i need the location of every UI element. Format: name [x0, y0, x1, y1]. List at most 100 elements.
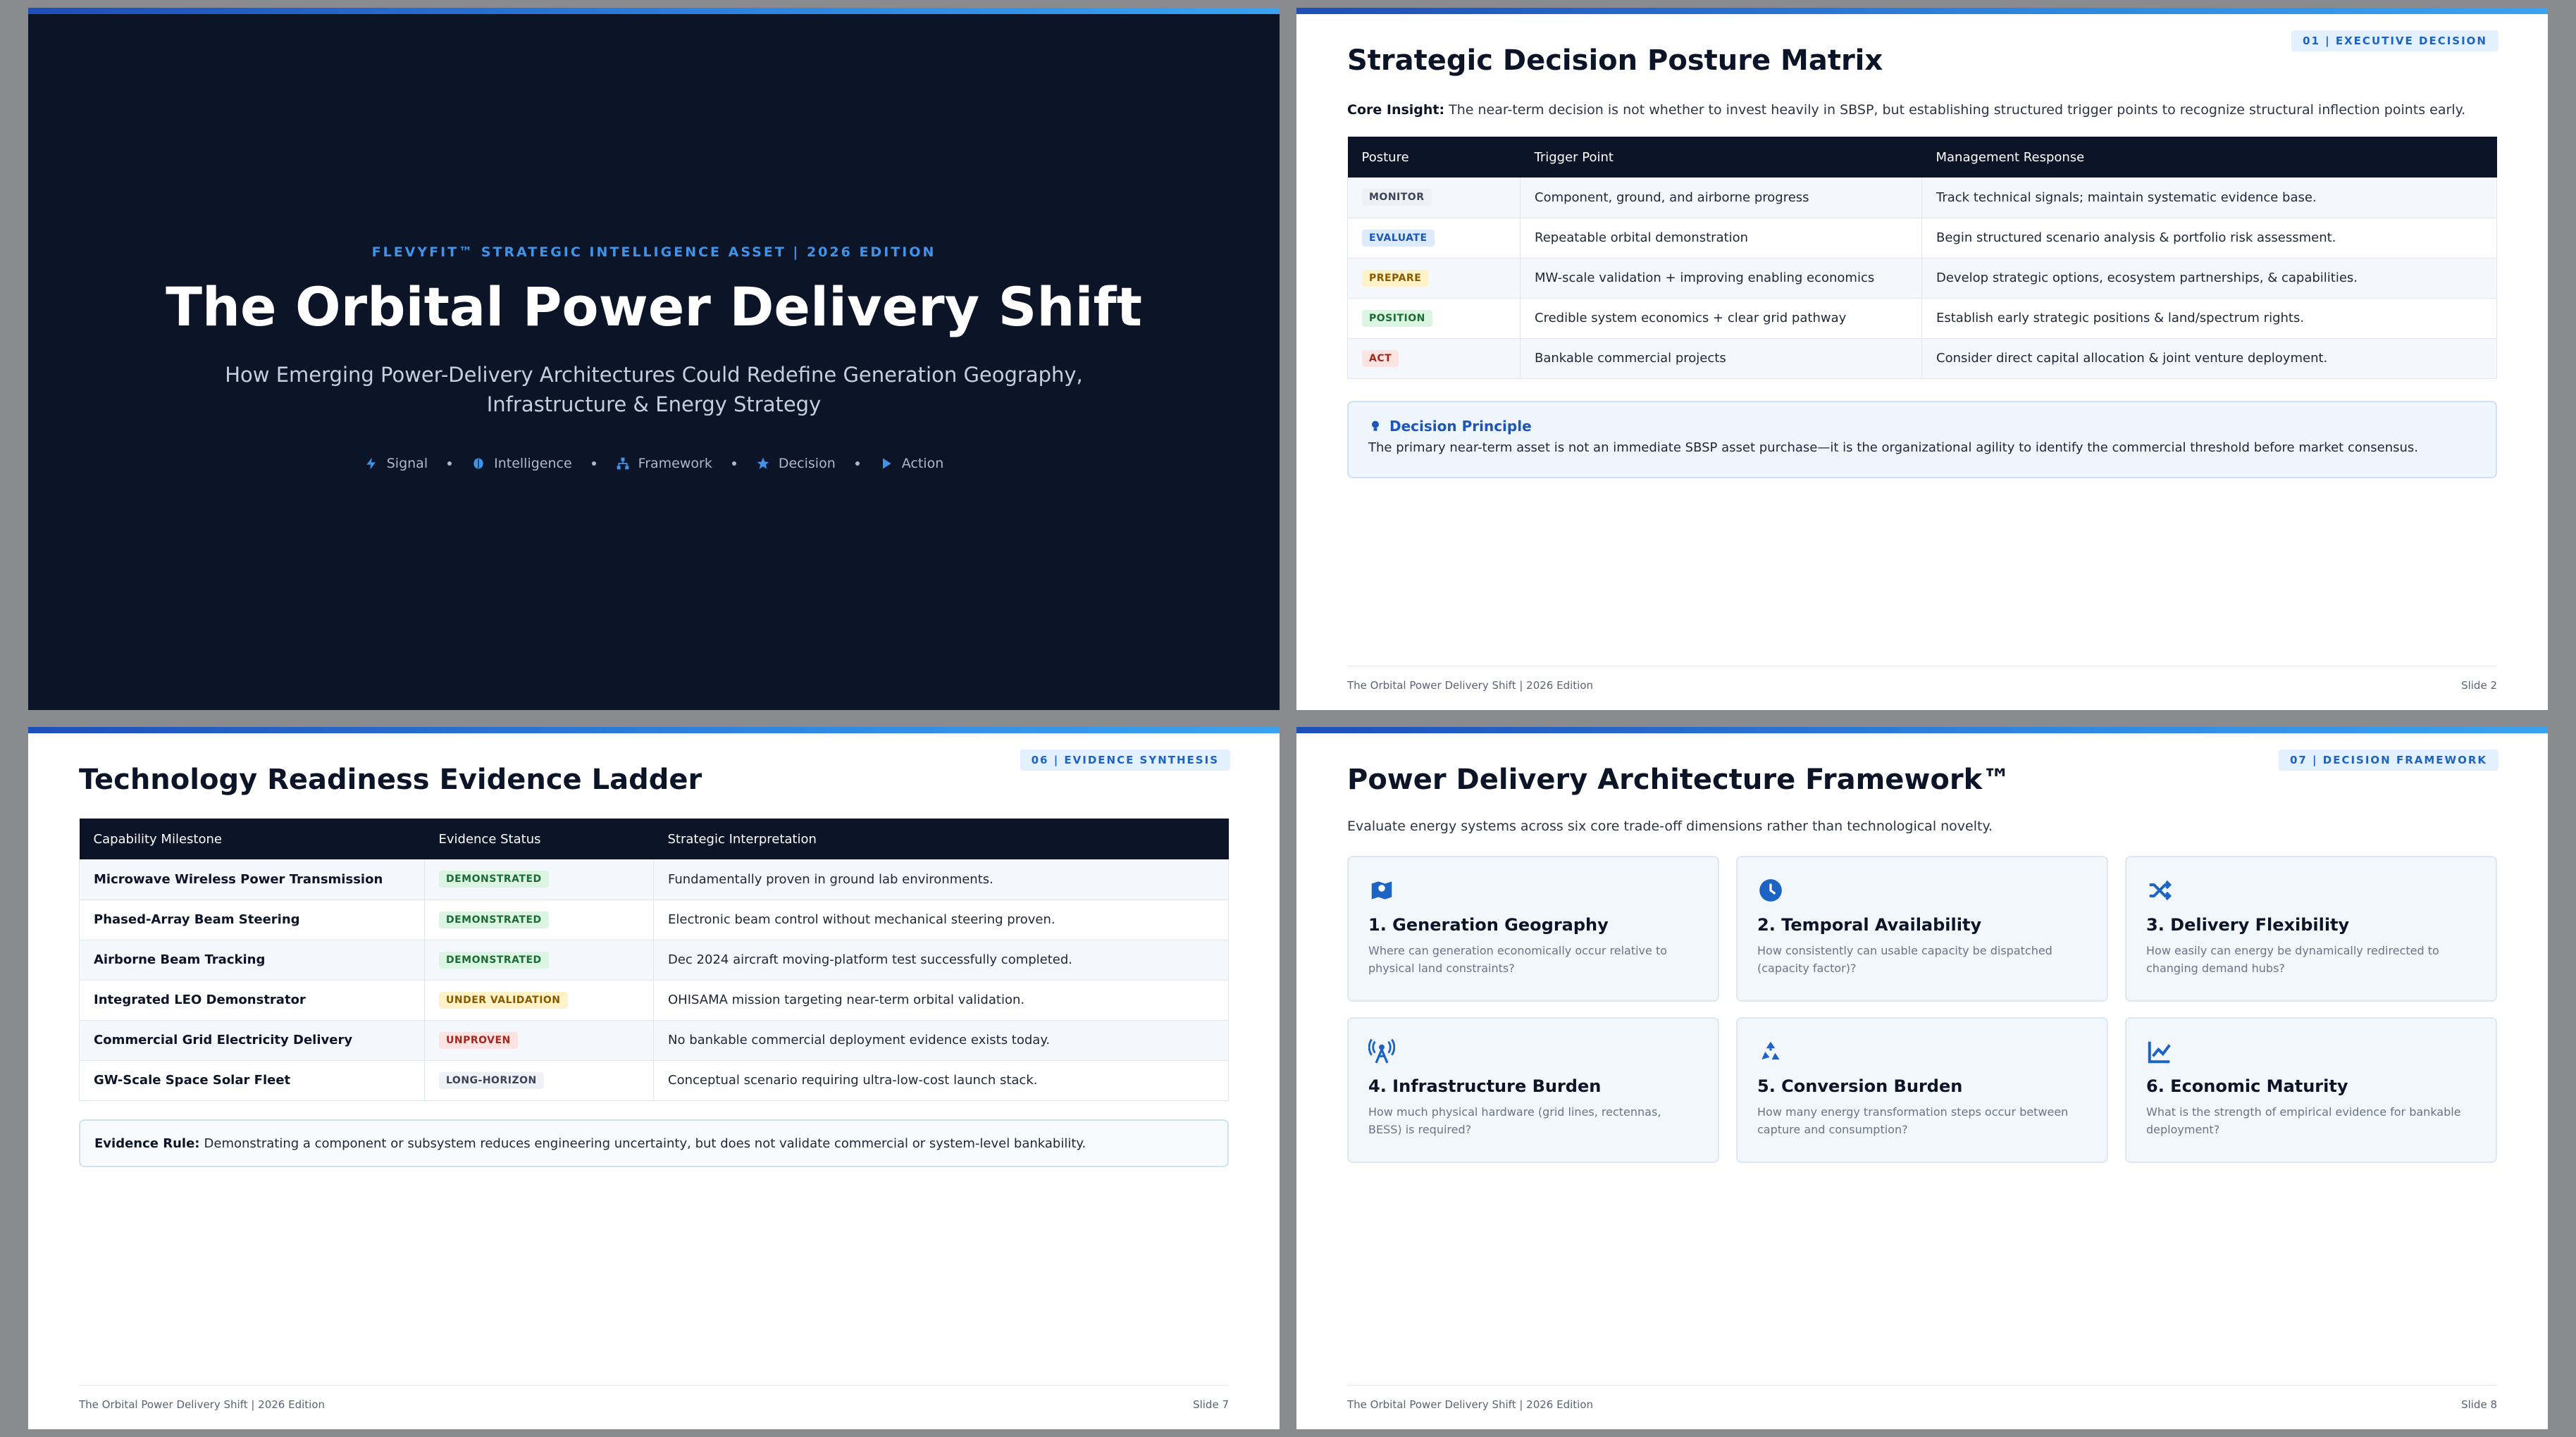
posture-badge: ACT: [1362, 349, 1399, 367]
table-row: EVALUATE Repeatable orbital demonstratio…: [1347, 218, 2497, 259]
title-heading: The Orbital Power Delivery Shift: [166, 275, 1142, 338]
flow-separator: [855, 461, 860, 466]
card-title: 3. Delivery Flexibility: [2146, 915, 2350, 935]
recycle-icon: [1761, 1041, 1780, 1060]
slide-footer: The Orbital Power Delivery Shift | 2026 …: [1347, 1385, 2497, 1411]
status-badge: LONG-HORIZON: [439, 1071, 544, 1089]
column-header: Management Response: [1921, 137, 2497, 178]
card-title: 2. Temporal Availability: [1757, 915, 1982, 935]
decision-principle-title: Decision Principle: [1389, 418, 1532, 435]
footer-title: The Orbital Power Delivery Shift | 2026 …: [1347, 1398, 1594, 1411]
slide-footer: The Orbital Power Delivery Shift | 2026 …: [1347, 666, 2497, 692]
slide-title[interactable]: FLEVYFIT™ STRATEGIC INTELLIGENCE ASSET |…: [28, 8, 1280, 710]
flow-step-intelligence: Intelligence: [471, 456, 572, 471]
table-row: Integrated LEO Demonstrator UNDER VALIDA…: [79, 980, 1229, 1021]
slide-evidence-ladder[interactable]: 06 | EVIDENCE SYNTHESIS Technology Readi…: [28, 727, 1280, 1429]
slide-architecture-framework[interactable]: 07 | DECISION FRAMEWORK Power Delivery A…: [1296, 727, 2548, 1429]
flow-step-label: Decision: [778, 456, 836, 471]
card-description: How consistently can usable capacity be …: [1757, 944, 2052, 975]
slide-footer: The Orbital Power Delivery Shift | 2026 …: [79, 1385, 1229, 1411]
clock-icon: [1759, 879, 1782, 902]
slide-accent-bar: [1296, 8, 2548, 14]
evidence-rule-label: Evidence Rule:: [94, 1136, 200, 1151]
flow-step-label: Intelligence: [494, 456, 572, 471]
response-cell: Track technical signals; maintain system…: [1921, 178, 2497, 218]
decision-principle-text: The primary near-term asset is not an im…: [1368, 440, 2419, 455]
trigger-cell: MW-scale validation + improving enabling…: [1520, 258, 1922, 299]
interpretation-cell: Conceptual scenario requiring ultra-low-…: [653, 1060, 1229, 1101]
core-insight: Core Insight: The near-term decision is …: [1347, 102, 2465, 118]
trigger-cell: Credible system economics + clear grid p…: [1520, 298, 1922, 339]
flow-steps: Signal Intelligence Framework Decision A…: [28, 456, 1280, 471]
card-temporal-availability[interactable]: 2. Temporal Availability How consistentl…: [1736, 856, 2108, 1002]
status-badge: UNPROVEN: [439, 1031, 518, 1049]
bolt-icon: [366, 457, 376, 470]
slide-title: Strategic Decision Posture Matrix: [1347, 44, 1883, 77]
title-subtitle: How Emerging Power-Delivery Architecture…: [204, 360, 1103, 419]
brain-icon: [473, 458, 483, 469]
flow-step-decision: Decision: [756, 456, 836, 471]
slide-accent-bar: [28, 727, 1280, 733]
card-description: Where can generation economically occur …: [1368, 944, 1668, 975]
column-header: Capability Milestone: [79, 819, 425, 859]
core-insight-text: The near-term decision is not whether to…: [1449, 102, 2466, 118]
decision-principle-callout: Decision Principle The primary near-term…: [1347, 401, 2497, 478]
card-title: 5. Conversion Burden: [1757, 1076, 1963, 1096]
card-delivery-flexibility[interactable]: 3. Delivery Flexibility How easily can e…: [2125, 856, 2497, 1002]
shuffle-icon: [2149, 880, 2172, 901]
slide-accent-bar: [28, 8, 1280, 14]
milestone-cell: Microwave Wireless Power Transmission: [79, 859, 425, 900]
flow-separator: [591, 461, 596, 466]
card-infrastructure-burden[interactable]: 4. Infrastructure Burden How much physic…: [1347, 1017, 1719, 1163]
table-row: GW-Scale Space Solar Fleet LONG-HORIZON …: [79, 1060, 1229, 1101]
response-cell: Establish early strategic positions & la…: [1921, 298, 2497, 339]
card-title: 4. Infrastructure Burden: [1368, 1076, 1602, 1096]
table-row: ACT Bankable commercial projects Conside…: [1347, 338, 2497, 379]
table-row: POSITION Credible system economics + cle…: [1347, 298, 2497, 339]
column-header: Trigger Point: [1520, 137, 1922, 178]
slide-number: Slide 7: [1193, 1398, 1229, 1411]
title-subtitle-line2: Infrastructure & Energy Strategy: [486, 392, 822, 416]
table-row: Phased-Array Beam Steering DEMONSTRATED …: [79, 900, 1229, 940]
card-description: How easily can energy be dynamically red…: [2146, 944, 2439, 975]
posture-badge: PREPARE: [1362, 269, 1429, 287]
flow-step-signal: Signal: [364, 456, 428, 471]
card-description: How much physical hardware (grid lines, …: [1368, 1105, 1661, 1136]
section-tag: 06 | EVIDENCE SYNTHESIS: [1020, 749, 1230, 771]
footer-title: The Orbital Power Delivery Shift | 2026 …: [1347, 679, 1594, 692]
table-row: Commercial Grid Electricity Delivery UNP…: [79, 1020, 1229, 1061]
chart-line-icon: [2148, 1041, 2171, 1064]
table-row: Airborne Beam Tracking DEMONSTRATED Dec …: [79, 940, 1229, 981]
slide-title: Technology Readiness Evidence Ladder: [79, 764, 702, 796]
milestone-cell: Commercial Grid Electricity Delivery: [79, 1020, 425, 1061]
slide-accent-bar: [1296, 727, 2548, 733]
interpretation-cell: Dec 2024 aircraft moving-platform test s…: [653, 940, 1229, 981]
posture-badge: POSITION: [1362, 309, 1432, 327]
posture-table: Posture Trigger Point Management Respons…: [1347, 137, 2497, 379]
milestone-cell: Integrated LEO Demonstrator: [79, 980, 425, 1021]
posture-badge: EVALUATE: [1362, 229, 1435, 247]
flow-step-label: Action: [901, 456, 944, 471]
posture-badge: MONITOR: [1362, 189, 1432, 206]
trigger-cell: Component, ground, and airborne progress: [1520, 178, 1922, 218]
trigger-cell: Bankable commercial projects: [1520, 338, 1922, 379]
evidence-rule-text: Demonstrating a component or subsystem r…: [204, 1136, 1086, 1151]
interpretation-cell: Electronic beam control without mechanic…: [653, 900, 1229, 940]
hierarchy-icon: [617, 457, 629, 470]
card-economic-maturity[interactable]: 6. Economic Maturity What is the strengt…: [2125, 1017, 2497, 1163]
evidence-rule-callout: Evidence Rule: Demonstrating a component…: [79, 1119, 1229, 1167]
card-generation-geography[interactable]: 1. Generation Geography Where can genera…: [1347, 856, 1719, 1002]
card-title: 6. Economic Maturity: [2146, 1076, 2348, 1096]
section-tag: 01 | EXECUTIVE DECISION: [2291, 30, 2498, 51]
card-description: How many energy transformation steps occ…: [1757, 1105, 2069, 1136]
flow-step-label: Framework: [638, 456, 712, 471]
response-cell: Begin structured scenario analysis & por…: [1921, 218, 2497, 259]
slide-decision-matrix[interactable]: 01 | EXECUTIVE DECISION Strategic Decisi…: [1296, 8, 2548, 710]
milestone-cell: GW-Scale Space Solar Fleet: [79, 1060, 425, 1101]
table-header-row: Capability Milestone Evidence Status Str…: [79, 819, 1229, 859]
card-conversion-burden[interactable]: 5. Conversion Burden How many energy tra…: [1736, 1017, 2108, 1163]
card-description: What is the strength of empirical eviden…: [2146, 1105, 2461, 1136]
slide-number: Slide 2: [2461, 679, 2497, 692]
card-title: 1. Generation Geography: [1368, 915, 1609, 935]
lightbulb-icon: [1372, 421, 1379, 431]
